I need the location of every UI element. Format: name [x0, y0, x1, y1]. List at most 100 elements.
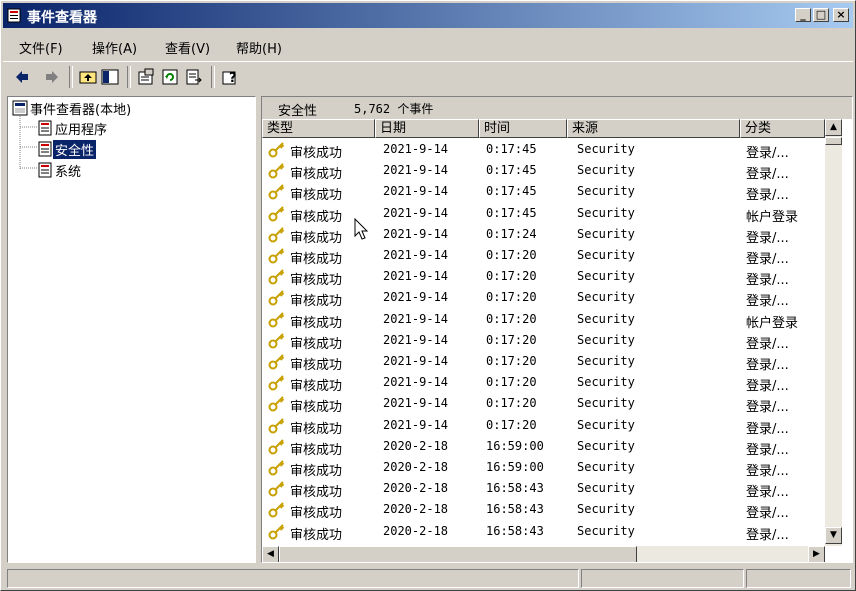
event-time: 0:17:20 [486, 311, 537, 326]
audit-key-icon [268, 460, 285, 476]
event-time: 16:58:43 [486, 502, 544, 517]
event-date: 2021-9-14 [383, 396, 449, 411]
column-header-time[interactable]: 时间 [479, 119, 567, 138]
event-date: 2020-2-18 [383, 481, 449, 496]
event-source: Security [577, 332, 635, 347]
event-row[interactable]: 审核成功 2021-9-14 0:17:45 Security 登录/... [262, 181, 822, 203]
event-row[interactable]: 审核成功 2021-9-14 0:17:20 Security 登录/... [262, 330, 822, 352]
event-source: Security [577, 205, 635, 220]
audit-key-icon [268, 142, 285, 158]
event-time: 0:17:45 [486, 184, 537, 199]
help-icon[interactable]: ? [221, 68, 239, 86]
export-list-icon[interactable] [185, 68, 203, 86]
scroll-thumb-horizontal[interactable] [279, 546, 637, 562]
tree-item-label: 应用程序 [55, 122, 108, 138]
scroll-thumb[interactable] [825, 137, 842, 145]
event-category: 登录/... [746, 167, 789, 183]
vertical-scrollbar[interactable]: ▲ ▼ [825, 119, 842, 546]
mouse-pointer-icon [354, 218, 369, 240]
event-row[interactable]: 审核成功 2021-9-14 0:17:20 Security 登录/... [262, 393, 822, 415]
event-source: Security [577, 523, 635, 538]
event-type: 审核成功 [290, 294, 343, 310]
menu-bar: 文件(F) 操作(A) 查看(V) 帮助(H) [3, 32, 853, 58]
menu-action[interactable]: 操作(A) [92, 38, 137, 57]
scroll-left-button[interactable]: ◀ [262, 546, 279, 562]
event-type: 审核成功 [290, 336, 343, 352]
event-type: 审核成功 [290, 230, 343, 246]
event-source: Security [577, 502, 635, 517]
event-row[interactable]: 审核成功 2020-2-18 16:59:00 Security 登录/... [262, 457, 822, 479]
event-row[interactable]: 审核成功 2021-9-14 0:17:20 Security 登录/... [262, 351, 822, 373]
minimize-button[interactable]: _ [795, 8, 811, 22]
event-date: 2021-9-14 [383, 290, 449, 305]
audit-key-icon [268, 523, 285, 540]
event-time: 0:17:24 [486, 226, 537, 241]
event-source: Security [577, 142, 635, 156]
event-type: 审核成功 [290, 146, 343, 161]
column-header-date[interactable]: 日期 [375, 119, 479, 138]
maximize-button[interactable]: □ [813, 8, 829, 22]
console-tree-pane: 事件查看器(本地) 应用程序 安全性 系统 [7, 96, 256, 563]
event-type: 审核成功 [290, 442, 343, 458]
event-category: 帐户登录 [746, 315, 799, 331]
event-date: 2020-2-18 [383, 523, 449, 538]
event-type: 审核成功 [290, 252, 343, 267]
event-row[interactable]: 审核成功 2020-2-18 16:59:00 Security 登录/... [262, 436, 822, 458]
column-header-type[interactable]: 类型 [262, 119, 375, 138]
event-row[interactable]: 审核成功 2021-9-14 0:17:20 Security 登录/... [262, 245, 822, 267]
event-row[interactable]: 审核成功 2020-2-18 16:58:43 Security 登录/... [262, 521, 822, 543]
scroll-up-button[interactable]: ▲ [825, 119, 842, 136]
menu-help[interactable]: 帮助(H) [236, 38, 282, 57]
show-hide-tree-icon[interactable] [101, 68, 119, 86]
back-arrow-icon[interactable] [13, 68, 31, 86]
event-row[interactable]: 审核成功 2021-9-14 0:17:20 Security 登录/... [262, 266, 822, 288]
event-time: 0:17:20 [486, 269, 537, 284]
event-source: Security [577, 248, 635, 262]
event-source: Security [577, 481, 635, 496]
event-row[interactable]: 审核成功 2021-9-14 0:17:20 Security 登录/... [262, 287, 822, 310]
event-category: 登录/... [746, 379, 789, 395]
event-row[interactable]: 审核成功 2021-9-14 0:17:20 Security 帐户登录 [262, 309, 822, 331]
tree-item-system[interactable]: 系统 [37, 161, 83, 180]
event-row[interactable]: 审核成功 2021-9-14 0:17:45 Security 帐户登录 [262, 203, 822, 225]
tree-root-item[interactable]: 事件查看器(本地) [12, 99, 133, 118]
event-date: 2020-2-18 [383, 502, 449, 517]
event-date: 2021-9-14 [383, 163, 449, 178]
event-row[interactable]: 审核成功 2021-9-14 0:17:24 Security 登录/... [262, 224, 822, 246]
scroll-down-button[interactable]: ▼ [825, 527, 842, 544]
audit-key-icon [268, 205, 285, 222]
scroll-right-button[interactable]: ▶ [808, 546, 825, 562]
event-type: 审核成功 [290, 421, 343, 437]
properties-icon[interactable] [137, 68, 155, 86]
tree-item-label: 系统 [55, 164, 82, 180]
event-row[interactable]: 审核成功 2021-9-14 0:17:45 Security 登录/... [262, 160, 822, 183]
window-title: 事件查看器 [27, 10, 97, 26]
tree-item-security[interactable]: 安全性 [37, 139, 97, 159]
event-date: 2021-9-14 [383, 354, 449, 368]
refresh-icon[interactable] [161, 68, 179, 86]
event-row[interactable]: 审核成功 2021-9-14 0:17:45 Security 登录/... [262, 139, 822, 161]
column-header-source[interactable]: 来源 [567, 119, 740, 138]
event-source: Security [577, 375, 635, 390]
event-row[interactable]: 审核成功 2021-9-14 0:17:20 Security 登录/... [262, 372, 822, 395]
event-viewer-window: 事件查看器 _ □ × 文件(F) 操作(A) 查看(V) 帮助(H) ? 事件… [0, 0, 856, 591]
event-row[interactable]: 审核成功 2020-2-18 16:58:43 Security 登录/... [262, 499, 822, 522]
event-row[interactable]: 审核成功 2020-2-18 16:58:43 Security 登录/... [262, 478, 822, 500]
close-button[interactable]: × [833, 8, 849, 22]
menu-view[interactable]: 查看(V) [165, 38, 210, 57]
event-time: 0:17:20 [486, 332, 537, 347]
event-row[interactable]: 审核成功 2021-9-14 0:17:20 Security 登录/... [262, 415, 822, 437]
horizontal-scrollbar[interactable]: ◀ ▶ [262, 546, 825, 562]
event-time: 0:17:20 [486, 248, 537, 262]
event-type: 审核成功 [290, 506, 343, 522]
toolbar-separator [211, 66, 215, 88]
menu-file[interactable]: 文件(F) [19, 38, 63, 57]
tree-connector-lines [19, 116, 37, 169]
tree-item-application[interactable]: 应用程序 [37, 119, 109, 138]
column-header-category[interactable]: 分类 [740, 119, 825, 138]
title-bar[interactable]: 事件查看器 _ □ × [3, 3, 853, 28]
up-level-icon[interactable] [79, 68, 97, 86]
forward-arrow-icon[interactable] [43, 68, 61, 86]
event-source: Security [577, 269, 635, 284]
audit-key-icon [268, 163, 285, 179]
